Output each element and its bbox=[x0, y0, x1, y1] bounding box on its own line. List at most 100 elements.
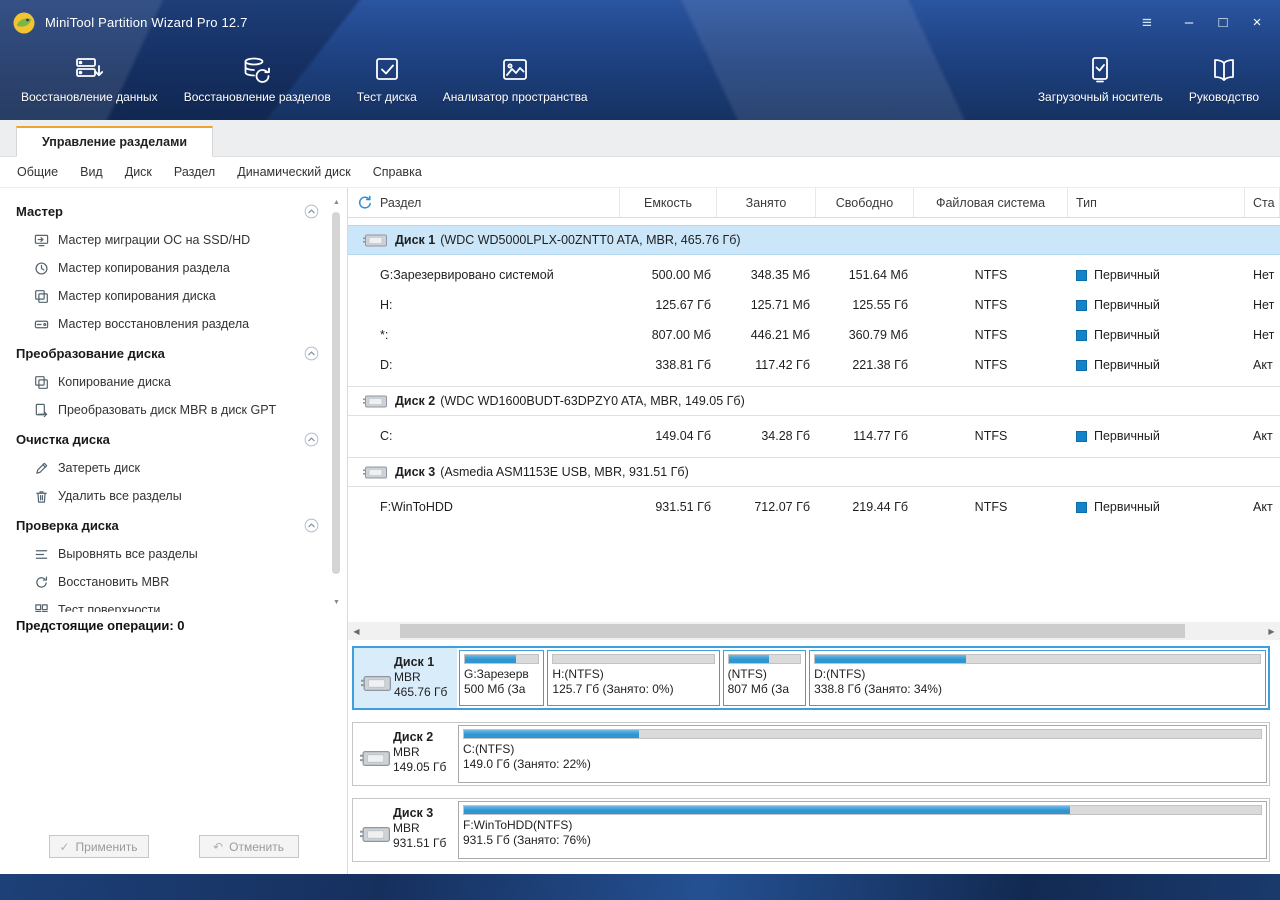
sidebar-item[interactable]: Выровнять все разделы bbox=[0, 540, 347, 568]
toolbar-button-manual[interactable]: Руководство bbox=[1176, 53, 1272, 104]
chevron-up-icon[interactable] bbox=[304, 518, 319, 533]
content-area: РазделЕмкостьЗанятоСвободноФайловая сист… bbox=[348, 188, 1280, 874]
sidebar-section-header[interactable]: Очистка диска bbox=[0, 424, 347, 454]
partition-row[interactable]: H:125.67 Гб125.71 Мб125.55 ГбNTFSПервичн… bbox=[348, 290, 1280, 320]
disk-map-partition[interactable]: D:(NTFS)338.8 Гб (Занято: 34%) bbox=[809, 650, 1266, 706]
disk-map: Диск 1MBR465.76 ГбG:Зарезерв500 Мб (ЗаH:… bbox=[348, 640, 1280, 874]
toolbar-button-bootable-media[interactable]: Загрузочный носитель bbox=[1025, 53, 1176, 104]
sidebar-item[interactable]: Удалить все разделы bbox=[0, 482, 347, 510]
disk-map-partition[interactable]: (NTFS)807 Мб (За bbox=[723, 650, 807, 706]
horizontal-scrollbar[interactable]: ◀ ▶ bbox=[348, 622, 1280, 640]
menu-item[interactable]: Общие bbox=[6, 157, 69, 187]
toolbar: Восстановление данныхВосстановление разд… bbox=[0, 45, 1280, 120]
close-icon[interactable]: × bbox=[1240, 8, 1274, 38]
disk-map-label[interactable]: Диск 1MBR465.76 Гб bbox=[354, 648, 457, 708]
scroll-up-icon[interactable]: ▲ bbox=[330, 196, 343, 208]
refresh-icon[interactable] bbox=[357, 195, 373, 211]
disk-map-size: 149.05 Гб bbox=[393, 760, 456, 775]
sidebar-item[interactable]: Мастер восстановления раздела bbox=[0, 310, 347, 338]
toolbar-button-data-recovery[interactable]: Восстановление данных bbox=[8, 53, 171, 104]
capacity-cell: 931.51 Гб bbox=[620, 492, 717, 522]
free-cell: 360.79 Мб bbox=[816, 320, 914, 350]
toolbar-button-disk-test[interactable]: Тест диска bbox=[344, 53, 430, 104]
maximize-icon[interactable]: □ bbox=[1206, 8, 1240, 38]
column-header[interactable]: Занято bbox=[717, 188, 816, 217]
partition-row[interactable]: *:807.00 Мб446.21 Мб360.79 МбNTFSПервичн… bbox=[348, 320, 1280, 350]
sidebar-item[interactable]: Затереть диск bbox=[0, 454, 347, 482]
sidebar-item-label: Преобразовать диск MBR в диск GPT bbox=[58, 403, 276, 417]
disk-map-row[interactable]: Диск 2MBR149.05 ГбC:(NTFS)149.0 Гб (Заня… bbox=[352, 722, 1270, 786]
sidebar-item[interactable]: Тест поверхности bbox=[0, 596, 347, 612]
column-header[interactable]: Раздел bbox=[348, 188, 620, 217]
partition-map-info: 125.7 Гб (Занято: 0%) bbox=[552, 682, 714, 697]
partition-map-info: 338.8 Гб (Занято: 34%) bbox=[814, 682, 1261, 697]
disk-test-icon bbox=[370, 53, 404, 87]
scroll-left-icon[interactable]: ◀ bbox=[348, 627, 365, 636]
menu-item[interactable]: Справка bbox=[362, 157, 433, 187]
sidebar-section-header[interactable]: Мастер bbox=[0, 196, 347, 226]
disk-map-label[interactable]: Диск 2MBR149.05 Гб bbox=[353, 723, 456, 785]
chevron-up-icon[interactable] bbox=[304, 346, 319, 361]
horizontal-scrollbar-thumb[interactable] bbox=[400, 624, 1185, 638]
column-header[interactable]: Ста bbox=[1245, 188, 1280, 217]
column-header[interactable]: Файловая система bbox=[914, 188, 1068, 217]
migrate-os-icon bbox=[34, 233, 49, 248]
sidebar-section-header[interactable]: Проверка диска bbox=[0, 510, 347, 540]
disk-map-partition[interactable]: H:(NTFS)125.7 Гб (Занято: 0%) bbox=[547, 650, 719, 706]
apply-button[interactable]: ✓ Применить bbox=[49, 835, 149, 858]
sidebar-section-title: Мастер bbox=[16, 204, 304, 219]
minimize-icon[interactable]: – bbox=[1172, 8, 1206, 38]
free-cell: 219.44 Гб bbox=[816, 492, 914, 522]
cancel-button-label: Отменить bbox=[229, 840, 284, 854]
disk-map-label[interactable]: Диск 3MBR931.51 Гб bbox=[353, 799, 456, 861]
sidebar-item[interactable]: Мастер миграции ОС на SSD/HD bbox=[0, 226, 347, 254]
disk-map-row[interactable]: Диск 1MBR465.76 ГбG:Зарезерв500 Мб (ЗаH:… bbox=[352, 646, 1270, 710]
menu-icon[interactable]: ≡ bbox=[1130, 8, 1164, 38]
column-header[interactable]: Свободно bbox=[816, 188, 914, 217]
filesystem-cell: NTFS bbox=[914, 320, 1068, 350]
disk-map-partition[interactable]: G:Зарезерв500 Мб (За bbox=[459, 650, 544, 706]
partition-name-cell: G:Зарезервировано системой bbox=[348, 260, 620, 290]
type-cell-label: Первичный bbox=[1094, 328, 1160, 342]
partition-row[interactable]: F:WinToHDD931.51 Гб712.07 Гб219.44 ГбNTF… bbox=[348, 492, 1280, 522]
menu-item[interactable]: Диск bbox=[114, 157, 163, 187]
partition-type-icon bbox=[1076, 502, 1087, 513]
sidebar-section-header[interactable]: Преобразование диска bbox=[0, 338, 347, 368]
toolbar-button-space-analyzer[interactable]: Анализатор пространства bbox=[430, 53, 601, 104]
toolbar-button-partition-recovery[interactable]: Восстановление разделов bbox=[171, 53, 344, 104]
menu-item[interactable]: Раздел bbox=[163, 157, 226, 187]
partition-row[interactable]: G:Зарезервировано системой500.00 Мб348.3… bbox=[348, 260, 1280, 290]
sidebar-item[interactable]: Копирование диска bbox=[0, 368, 347, 396]
chevron-up-icon[interactable] bbox=[304, 204, 319, 219]
restore-partition-icon bbox=[34, 317, 49, 332]
used-cell: 446.21 Мб bbox=[717, 320, 816, 350]
sidebar-item[interactable]: Мастер копирования диска bbox=[0, 282, 347, 310]
menu-item[interactable]: Динамический диск bbox=[226, 157, 362, 187]
column-header[interactable]: Тип bbox=[1068, 188, 1245, 217]
partition-row[interactable]: C:149.04 Гб34.28 Гб114.77 ГбNTFSПервичны… bbox=[348, 421, 1280, 451]
disk-map-size: 465.76 Гб bbox=[394, 685, 457, 700]
sidebar-scrollbar-thumb[interactable] bbox=[332, 212, 340, 574]
sidebar-scrollbar[interactable]: ▲ ▼ bbox=[330, 196, 343, 608]
cancel-button[interactable]: ↶ Отменить bbox=[199, 835, 299, 858]
scroll-right-icon[interactable]: ▶ bbox=[1263, 627, 1280, 636]
disk-map-partition[interactable]: C:(NTFS)149.0 Гб (Занято: 22%) bbox=[458, 725, 1267, 783]
disk-header-row[interactable]: Диск 1(WDC WD5000LPLX-00ZNTT0 ATA, MBR, … bbox=[348, 225, 1280, 255]
partition-map-label: (NTFS) bbox=[728, 667, 802, 682]
scroll-down-icon[interactable]: ▼ bbox=[330, 596, 343, 608]
partition-row[interactable]: D:338.81 Гб117.42 Гб221.38 ГбNTFSПервичн… bbox=[348, 350, 1280, 380]
column-header[interactable]: Емкость bbox=[620, 188, 717, 217]
disk-map-row[interactable]: Диск 3MBR931.51 ГбF:WinToHDD(NTFS)931.5 … bbox=[352, 798, 1270, 862]
sidebar-item[interactable]: Преобразовать диск MBR в диск GPT bbox=[0, 396, 347, 424]
menu-item[interactable]: Вид bbox=[69, 157, 114, 187]
toolbar-button-label: Руководство bbox=[1189, 90, 1259, 104]
chevron-up-icon[interactable] bbox=[304, 432, 319, 447]
disk-header-row[interactable]: Диск 2(WDC WD1600BUDT-63DPZY0 ATA, MBR, … bbox=[348, 386, 1280, 416]
disk-header-row[interactable]: Диск 3(Asmedia ASM1153E USB, MBR, 931.51… bbox=[348, 457, 1280, 487]
sidebar-item[interactable]: Восстановить MBR bbox=[0, 568, 347, 596]
statusbar bbox=[0, 874, 1280, 900]
disk-map-partition[interactable]: F:WinToHDD(NTFS)931.5 Гб (Занято: 76%) bbox=[458, 801, 1267, 859]
sidebar-item[interactable]: Мастер копирования раздела bbox=[0, 254, 347, 282]
tab-partition-management[interactable]: Управление разделами bbox=[16, 126, 213, 157]
filesystem-cell: NTFS bbox=[914, 421, 1068, 451]
